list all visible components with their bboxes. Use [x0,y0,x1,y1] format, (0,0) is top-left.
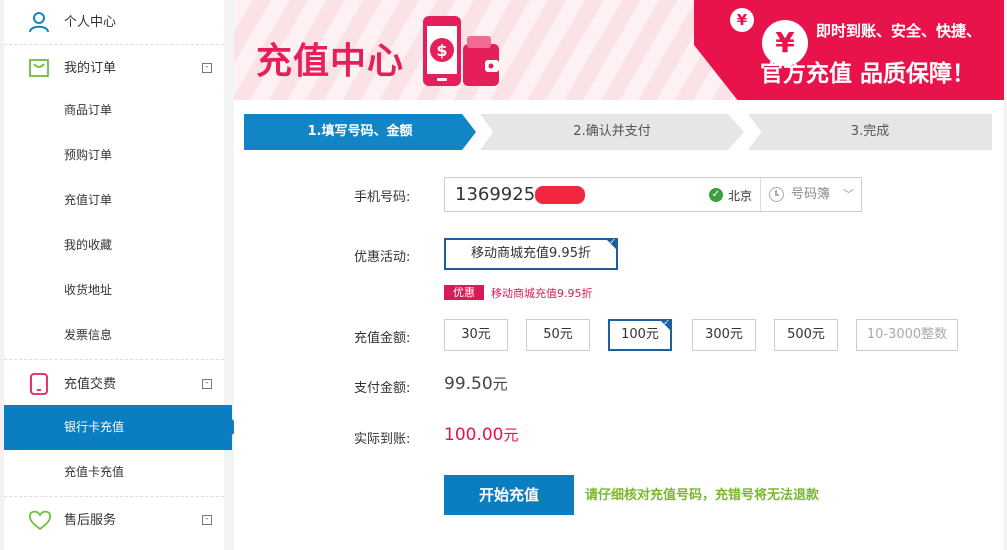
arrive-amount-value: 100.00 [444,425,504,445]
amount-option-300[interactable]: 300元 [692,319,756,351]
sidebar-section-after-sales[interactable]: 售后服务 - [4,498,224,543]
custom-amount-input[interactable]: 10-3000整数 [856,319,958,351]
sidebar-item-label: 银行卡充值 [64,420,125,434]
pay-label: 支付金额: [354,381,411,396]
phone-location: 北京 [728,189,753,203]
divider [4,359,224,360]
sidebar-item-preorders[interactable]: 预购订单 [4,133,224,178]
banner: 充值中心 $ ¥ ¥ 即时到账、安全、快捷、 官方充值 品质保障！ [234,0,1004,100]
promo-label: 优惠活动: [354,250,411,265]
sidebar-item-label: 商品订单 [64,103,113,117]
phone-input[interactable]: 1369925 ✓ 北京 号码簿 ﹀ [444,177,862,212]
check-icon: ✓ [609,237,616,246]
sidebar-item-label: 预购订单 [64,148,113,162]
amount-option-100[interactable]: 100元 ✓ [608,318,672,351]
warning-text: 请仔细核对充值号码，充错号将无法退款 [585,488,820,503]
yen-icon: ¥ [730,8,754,32]
main-content: 充值中心 $ ¥ ¥ 即时到账、安全、快捷、 官方充值 品质保障！ 1.填写号码… [234,0,1004,550]
promo-note: 移动商城充值9.95折 [491,287,593,300]
sidebar-section-recharge[interactable]: 充值交费 - [4,362,224,407]
sidebar-item-label: 收货地址 [64,283,113,297]
collapse-icon[interactable]: - [202,515,212,525]
collapse-icon[interactable]: - [202,379,212,389]
sidebar-section-profile[interactable]: 个人中心 [4,0,224,45]
sidebar-item-recharge-orders[interactable]: 充值订单 [4,178,224,223]
sidebar-item-label: 发票信息 [64,328,113,342]
pay-amount: 99.50元 [444,373,508,394]
step-fill-number: 1.填写号码、金额 [244,114,476,150]
start-recharge-button[interactable]: 开始充值 [444,475,574,515]
banner-slogan-main: 官方充值 品质保障！ [760,61,976,87]
sidebar-item-addresses[interactable]: 收货地址 [4,268,224,313]
sidebar-item-card-recharge[interactable]: 充值卡充值 [4,450,224,495]
clock-icon [769,187,784,202]
check-circle-icon: ✓ [709,188,723,202]
sidebar-item-bank-card-recharge[interactable]: 银行卡充值 [4,405,240,450]
contacts-dropdown[interactable]: 号码簿 ﹀ [760,178,862,211]
sidebar-item-label: 充值订单 [64,193,113,207]
bag-icon [29,59,49,77]
amount-option-30[interactable]: 30元 [444,319,508,351]
promo-badge: 优惠 [444,285,484,300]
amount-option-label: 100元 [621,327,659,342]
contacts-label: 号码簿 [791,187,831,202]
user-icon [29,12,49,33]
phone-label: 手机号码: [354,190,411,205]
arrive-amount-unit: 元 [503,426,519,444]
banner-slogan: 即时到账、安全、快捷、 [816,22,982,40]
sidebar: 个人中心 我的订单 - 商品订单 预购订单 充值订单 我的收藏 收货地址 发票信… [4,0,240,550]
progress-steps: 1.填写号码、金额 2.确认并支付 3.完成 [244,114,992,150]
amount-option-500[interactable]: 500元 [774,319,838,351]
svg-text:$: $ [436,41,447,60]
sidebar-section-orders[interactable]: 我的订单 - [4,46,224,91]
sidebar-item-invoices[interactable]: 发票信息 [4,313,224,358]
promo-option-label: 移动商城充值9.95折 [471,246,591,261]
phone-value: 1369925 [455,184,536,205]
heart-icon [28,510,52,531]
sidebar-item-favorites[interactable]: 我的收藏 [4,223,224,268]
arrive-amount: 100.00元 [444,424,519,445]
sidebar-item-label: 充值卡充值 [64,465,125,479]
banner-title: 充值中心 [256,41,405,82]
sidebar-section-label: 我的订单 [64,61,117,76]
chevron-down-icon: ﹀ [843,188,854,201]
collapse-icon[interactable]: - [202,63,212,73]
phone-icon [30,373,48,395]
amount-label: 充值金额: [354,331,411,346]
step-complete: 3.完成 [748,114,992,150]
check-icon: ✓ [663,318,670,327]
divider [4,496,224,497]
sidebar-section-label: 个人中心 [64,15,117,30]
amount-option-50[interactable]: 50元 [526,319,590,351]
phone-wallet-icon: $ [423,16,499,86]
pay-amount-value: 99.50 [444,374,493,394]
step-confirm-pay: 2.确认并支付 [480,114,744,150]
arrive-label: 实际到账: [354,432,411,447]
sidebar-item-product-orders[interactable]: 商品订单 [4,88,224,133]
redaction-mark [535,186,585,204]
pay-amount-unit: 元 [492,375,508,393]
sidebar-section-label: 售后服务 [64,513,117,528]
promo-option[interactable]: 移动商城充值9.95折 ✓ [444,237,618,270]
sidebar-section-label: 充值交费 [64,377,117,392]
divider [4,44,224,45]
sidebar-item-label: 我的收藏 [64,238,113,252]
